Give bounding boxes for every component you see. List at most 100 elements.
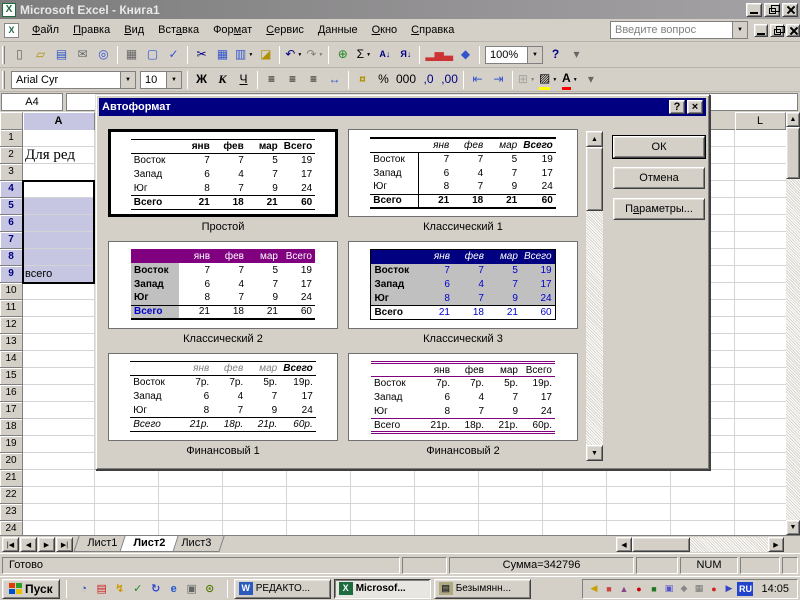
row-header-20[interactable]: 20	[0, 453, 23, 470]
cell-A22[interactable]	[23, 487, 95, 504]
chevron-down-icon[interactable]: ▼	[297, 52, 302, 58]
menu-вставка[interactable]: Вставка	[151, 21, 206, 39]
check-icon[interactable]: ✓	[130, 581, 146, 597]
borders-button[interactable]: ⊞ ▼	[517, 70, 536, 89]
cell-A23[interactable]	[23, 504, 95, 521]
currency-button[interactable]: ¤	[353, 70, 372, 89]
column-header-l[interactable]: L	[735, 112, 786, 130]
vertical-scroll-thumb[interactable]	[786, 127, 800, 179]
cell-A4[interactable]	[23, 181, 95, 198]
format-preview-panel[interactable]: янв фев мар Всего Восток 7р. 7р. 5р. 19р. Запад 6 4…	[348, 353, 578, 441]
merge-center-button[interactable]: ↔	[325, 70, 344, 89]
dialog-scroll-up-button[interactable]: ▲	[586, 131, 603, 147]
tray-icon-5[interactable]: ▣	[662, 582, 675, 595]
chevron-down-icon[interactable]: ▼	[527, 46, 543, 63]
menu-правка[interactable]: Правка	[66, 21, 117, 39]
row-header-23[interactable]: 23	[0, 504, 23, 521]
drawing-button[interactable]: ◆	[456, 45, 475, 64]
volume-icon[interactable]: ◀	[587, 582, 600, 595]
scroll-up-button[interactable]: ▲	[786, 112, 800, 127]
row-header-8[interactable]: 8	[0, 249, 23, 266]
copy-button[interactable]: ▦	[213, 45, 232, 64]
align-center-button[interactable]: ≡	[283, 70, 302, 89]
cell-A2[interactable]: Для ред	[23, 147, 95, 164]
cell-A19[interactable]	[23, 436, 95, 453]
row-header-2[interactable]: 2	[0, 147, 23, 164]
spelling-button[interactable]: ✓	[164, 45, 183, 64]
chevron-down-icon[interactable]: ▼	[318, 52, 323, 58]
dialog-close-button[interactable]: ×	[687, 100, 703, 114]
cancel-button[interactable]: Отмена	[613, 167, 705, 189]
internet-explorer-icon[interactable]: e	[166, 581, 182, 597]
decrease-decimal-button[interactable]: ,00	[440, 70, 459, 89]
cell-A1[interactable]	[23, 130, 95, 147]
format-preview-panel[interactable]: янв фев мар Всего Восток 7 7 5 19 Запад 6 4 7 17 Юг 8 7 9…	[348, 241, 578, 329]
scroll-down-button[interactable]: ▼	[786, 520, 800, 535]
scheduler-icon[interactable]: ⊙	[202, 581, 218, 597]
tray-icon-8[interactable]: ▶	[722, 582, 735, 595]
row-header-24[interactable]: 24	[0, 521, 23, 535]
task-redaktor[interactable]: W РЕДАКТО...	[233, 578, 331, 599]
row-header-9[interactable]: 9	[0, 266, 23, 283]
close-button[interactable]	[786, 23, 800, 37]
cell-A5[interactable]	[23, 198, 95, 215]
format-preview-panel[interactable]: янв фев мар Всего Восток 7 7 5 19 Запад 6 4 7 17 Юг 8 7 9…	[348, 129, 578, 217]
dialog-title-bar[interactable]: Автоформат ? ×	[99, 98, 706, 116]
chevron-down-icon[interactable]: ▼	[248, 52, 253, 58]
ok-button[interactable]: ОК	[612, 135, 706, 159]
cell-A21[interactable]	[23, 470, 95, 487]
row-header-15[interactable]: 15	[0, 368, 23, 385]
row-header-19[interactable]: 19	[0, 436, 23, 453]
menu-сервис[interactable]: Сервис	[259, 21, 311, 39]
font-size-combo[interactable]: 10 ▼	[140, 70, 182, 89]
row-header-5[interactable]: 5	[0, 198, 23, 215]
dialog-scroll-thumb[interactable]	[586, 147, 603, 211]
row-header-14[interactable]: 14	[0, 351, 23, 368]
toolbar-drag-handle[interactable]	[2, 70, 5, 89]
task-excel[interactable]: X Microsof...	[333, 578, 431, 599]
cell-A12[interactable]	[23, 317, 95, 334]
open-button[interactable]: ▱	[31, 45, 50, 64]
name-box[interactable]: A4	[1, 93, 63, 111]
minimize-button[interactable]	[746, 2, 762, 17]
cell-A13[interactable]	[23, 334, 95, 351]
insert-hyperlink-button[interactable]: ⊕	[333, 45, 352, 64]
dialog-help-button[interactable]: ?	[669, 100, 685, 114]
row-header-13[interactable]: 13	[0, 334, 23, 351]
menu-данные[interactable]: Данные	[311, 21, 365, 39]
column-header-a[interactable]: A	[23, 112, 95, 130]
search-button[interactable]: ◎	[94, 45, 113, 64]
save-button[interactable]: ▤	[52, 45, 71, 64]
font-combo[interactable]: Arial Cyr ▼	[11, 70, 136, 89]
close-button[interactable]	[782, 2, 798, 17]
dialog-scrollbar[interactable]: ▲ ▼	[586, 131, 603, 461]
zoom-combo[interactable]: 100% ▼	[485, 45, 544, 64]
underline-button[interactable]: Ч	[234, 70, 253, 89]
print-preview-button[interactable]: ▢	[143, 45, 162, 64]
toolbar-options-button[interactable]: ▾	[581, 70, 600, 89]
display-icon[interactable]: ▣	[184, 581, 200, 597]
scroll-right-button[interactable]: ▶	[768, 537, 784, 552]
next-sheet-button[interactable]: ▶	[38, 537, 55, 552]
language-indicator[interactable]: RU	[737, 581, 754, 596]
format-preview-panel[interactable]: янв фев мар Всего Восток 7 7 5 19 Запад 6 4 7 17 Юг 8 7 9…	[108, 129, 338, 217]
first-sheet-button[interactable]: |◀	[2, 537, 19, 552]
chart-wizard-button[interactable]: ▂▅▃	[424, 45, 454, 64]
increase-indent-button[interactable]: ⇥	[489, 70, 508, 89]
row-header-6[interactable]: 6	[0, 215, 23, 232]
vertical-scrollbar[interactable]: ▲ ▼	[786, 112, 800, 535]
cell-A10[interactable]	[23, 283, 95, 300]
increase-decimal-button[interactable]: ,0	[419, 70, 438, 89]
cell-A8[interactable]	[23, 249, 95, 266]
tab-лист2[interactable]: Лист2	[119, 536, 179, 552]
cell-A15[interactable]	[23, 368, 95, 385]
menu-справка[interactable]: Справка	[404, 21, 461, 39]
prev-sheet-button[interactable]: ◀	[20, 537, 37, 552]
row-header-21[interactable]: 21	[0, 470, 23, 487]
menu-формат[interactable]: Формат	[206, 21, 259, 39]
menu-вид[interactable]: Вид	[117, 21, 151, 39]
chevron-down-icon[interactable]: ▼	[120, 71, 135, 88]
format-preview-panel[interactable]: янв фев мар Всего Восток 7 7 5 19 Запад 6 4 7 17 Юг 8 7 9…	[108, 241, 338, 329]
disconnect-icon[interactable]: ●	[707, 582, 720, 595]
format-painter-button[interactable]: ◪	[256, 45, 275, 64]
